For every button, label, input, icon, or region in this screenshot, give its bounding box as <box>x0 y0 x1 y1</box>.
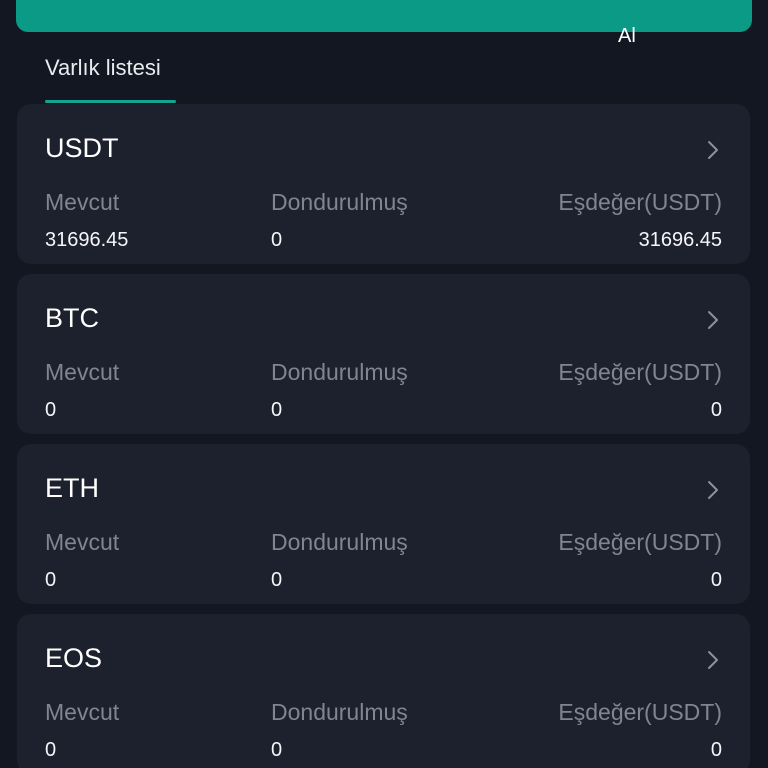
available-value: 0 <box>45 569 57 591</box>
asset-card-eos[interactable]: EOS Mevcut Dondurulmuş Eşdeğer(USDT) 0 0… <box>17 614 750 768</box>
asset-card-eth[interactable]: ETH Mevcut Dondurulmuş Eşdeğer(USDT) 0 0… <box>17 444 750 604</box>
asset-card-btc[interactable]: BTC Mevcut Dondurulmuş Eşdeğer(USDT) 0 0… <box>17 274 750 434</box>
equivalent-label: Eşdeğer(USDT) <box>558 359 722 385</box>
equivalent-value: 0 <box>710 399 722 421</box>
wallet-asset-list-page: Al Varlık listesi USDT Mevcut Dondurulmu… <box>0 0 768 768</box>
chevron-right-icon <box>708 651 718 669</box>
equivalent-label: Eşdeğer(USDT) <box>558 529 722 555</box>
available-label: Mevcut <box>45 189 120 215</box>
equivalent-value: 0 <box>710 569 722 591</box>
frozen-value: 0 <box>271 739 283 761</box>
active-tab-indicator <box>45 100 176 103</box>
available-label: Mevcut <box>45 529 120 555</box>
asset-list: USDT Mevcut Dondurulmuş Eşdeğer(USDT) 31… <box>17 104 750 768</box>
asset-symbol: EOS <box>45 643 103 673</box>
available-value: 31696.45 <box>45 229 129 251</box>
frozen-value: 0 <box>271 399 283 421</box>
equivalent-label: Eşdeğer(USDT) <box>558 189 722 215</box>
frozen-label: Dondurulmuş <box>271 189 408 215</box>
available-label: Mevcut <box>45 699 120 725</box>
chevron-right-icon <box>708 311 718 329</box>
available-value: 0 <box>45 739 57 761</box>
equivalent-value: 31696.45 <box>638 229 722 251</box>
asset-symbol: BTC <box>45 303 99 333</box>
frozen-value: 0 <box>271 229 283 251</box>
equivalent-label: Eşdeğer(USDT) <box>558 699 722 725</box>
asset-card-usdt[interactable]: USDT Mevcut Dondurulmuş Eşdeğer(USDT) 31… <box>17 104 750 264</box>
top-action-label[interactable]: Al <box>618 24 636 48</box>
frozen-label: Dondurulmuş <box>271 529 408 555</box>
frozen-value: 0 <box>271 569 283 591</box>
top-action-button[interactable] <box>16 0 752 32</box>
available-value: 0 <box>45 399 57 421</box>
chevron-right-icon <box>708 481 718 499</box>
equivalent-value: 0 <box>710 739 722 761</box>
available-label: Mevcut <box>45 359 120 385</box>
asset-symbol: USDT <box>45 133 119 163</box>
frozen-label: Dondurulmuş <box>271 359 408 385</box>
tab-asset-list[interactable]: Varlık listesi <box>45 54 161 82</box>
asset-symbol: ETH <box>45 473 99 503</box>
frozen-label: Dondurulmuş <box>271 699 408 725</box>
chevron-right-icon <box>708 141 718 159</box>
